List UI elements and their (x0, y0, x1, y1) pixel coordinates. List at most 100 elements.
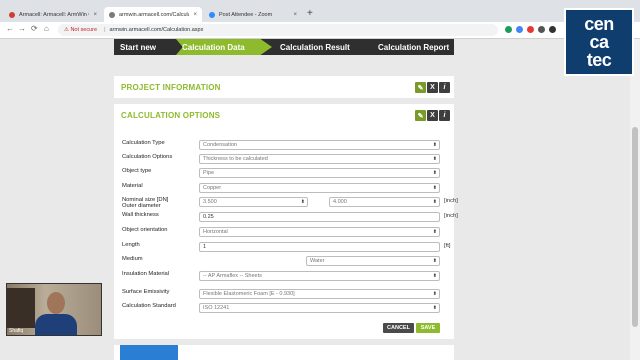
cencatec-logo: cen ca tec (564, 8, 634, 76)
surface-emissivity-select[interactable]: Flexible Elastomeric Foam [E - 0.930] ⬍ (199, 289, 440, 299)
length-value: 1 (203, 244, 207, 250)
length-row: Length 1 [ft] (122, 242, 452, 252)
zoom-favicon-icon (209, 11, 215, 18)
scrollbar-thumb[interactable] (632, 127, 638, 327)
address-bar: ← → ⟳ ⌂ ⚠ Not secure | armwin.armacell.c… (0, 22, 640, 39)
project-information-card: PROJECT INFORMATION ✎ X i (114, 76, 454, 98)
select-arrows-icon: ⬍ (432, 142, 437, 148)
select-arrows-icon: ⬍ (432, 273, 437, 279)
wall-thickness-label: Wall thickness (122, 212, 159, 218)
object-orientation-value: Horizontal (203, 229, 228, 235)
cancel-button[interactable]: CANCEL (383, 323, 414, 333)
outer-diameter-select[interactable]: 4.000 ⬍ (329, 197, 440, 207)
material-select[interactable]: Copper ⬍ (199, 183, 440, 193)
calculation-type-select[interactable]: Condensation ⬍ (199, 140, 440, 150)
medium-row: Medium Water ⬍ (122, 256, 452, 266)
insulation-material-row: Insulation Material -- AP Armaflex -- Sh… (122, 271, 452, 281)
presenter-head (47, 292, 65, 314)
step-calculation-report[interactable]: Calculation Report (372, 39, 454, 55)
browser-tab-strip: Armacell: Armacell: ArmWin Calc × armwin… (0, 0, 640, 22)
wizard-steps: Start new Calculation Data Calculation R… (114, 39, 454, 55)
wall-thickness-row: Wall thickness 0.25 [inch] (122, 212, 458, 222)
calculation-options-select[interactable]: Thickness to be calculated ⬍ (199, 154, 440, 164)
page-scrollbar[interactable] (630, 39, 640, 360)
object-type-select[interactable]: Pipe ⬍ (199, 168, 440, 178)
nominal-size-select[interactable]: 3.500 ⬍ (199, 197, 308, 207)
select-arrows-icon: ⬍ (432, 291, 437, 297)
edit-pencil-icon[interactable]: ✎ (415, 82, 426, 93)
calculation-options-label: Calculation Options (122, 154, 173, 160)
step-calculation-data[interactable]: Calculation Data (176, 39, 272, 55)
browser-tab-armacell[interactable]: Armacell: Armacell: ArmWin Calc × (4, 7, 102, 22)
close-icon[interactable]: × (189, 12, 197, 18)
insulation-material-select[interactable]: -- AP Armaflex -- Sheets ⬍ (199, 271, 440, 281)
logo-line: cen (584, 14, 614, 34)
medium-select[interactable]: Water ⬍ (306, 256, 440, 266)
nominal-size-value: 3.500 (203, 199, 217, 205)
select-arrows-icon: ⬍ (432, 229, 437, 235)
info-icon[interactable]: i (439, 110, 450, 121)
not-secure-label[interactable]: ⚠ Not secure (64, 27, 97, 33)
object-orientation-select[interactable]: Horizontal ⬍ (199, 227, 440, 237)
calculation-type-row: Calculation Type Condensation ⬍ (122, 140, 452, 150)
select-arrows-icon: ⬍ (432, 185, 437, 191)
webcam-name-label: Shafiq (9, 328, 24, 334)
length-label: Length (122, 242, 140, 248)
forward-arrow-icon[interactable]: → (18, 24, 26, 33)
tab-title: Post Attendee - Zoom (219, 11, 273, 18)
browser-tab-calculation[interactable]: armwin.armacell.com/Calculation × (104, 7, 202, 22)
new-tab-button[interactable]: + (307, 8, 313, 19)
length-input[interactable]: 1 (199, 242, 440, 252)
medium-value: Water (310, 258, 325, 264)
home-icon[interactable]: ⌂ (44, 24, 49, 33)
surface-emissivity-value: Flexible Elastomeric Foam [E - 0.930] (203, 291, 295, 297)
reload-icon[interactable]: ⟳ (31, 24, 38, 33)
extension-icon[interactable] (549, 26, 556, 33)
webcam-shelf (7, 288, 35, 328)
delete-x-icon[interactable]: X (427, 110, 438, 121)
select-arrows-icon: ⬍ (432, 199, 437, 205)
select-arrows-icon: ⬍ (432, 258, 437, 264)
step-calculation-result[interactable]: Calculation Result (274, 39, 370, 55)
object-orientation-row: Object orientation Horizontal ⬍ (122, 227, 452, 237)
project-information-title[interactable]: PROJECT INFORMATION (114, 76, 454, 98)
nominal-size-row: Nominal size [DN] Outer diameter 3.500 ⬍… (122, 197, 458, 211)
wall-thickness-input[interactable]: 0.25 (199, 212, 440, 222)
calculation-options-value: Thickness to be calculated (203, 156, 268, 162)
logo-line: ca (589, 32, 609, 52)
calculation-options-title[interactable]: CALCULATION OPTIONS (114, 104, 454, 126)
delete-x-icon[interactable]: X (427, 82, 438, 93)
section-header-tab[interactable] (120, 345, 178, 360)
close-icon[interactable]: × (289, 12, 297, 18)
close-icon[interactable]: × (89, 12, 97, 18)
browser-tab-zoom[interactable]: Post Attendee - Zoom × (204, 7, 302, 22)
back-arrow-icon[interactable]: ← (6, 24, 14, 33)
wall-thickness-unit: [inch] (444, 213, 458, 219)
extension-icon[interactable] (516, 26, 523, 33)
presenter-body (35, 314, 77, 335)
extension-icon[interactable] (527, 26, 534, 33)
material-row: Material Copper ⬍ (122, 183, 452, 193)
material-value: Copper (203, 185, 222, 191)
extension-icon[interactable] (538, 26, 545, 33)
outer-diameter-label: Outer diameter (122, 203, 161, 209)
info-icon[interactable]: i (439, 82, 450, 93)
url-separator: | (104, 27, 106, 33)
calculation-standard-select[interactable]: ISO 12241 ⬍ (199, 303, 440, 313)
edit-pencil-icon[interactable]: ✎ (415, 110, 426, 121)
calculation-standard-row: Calculation Standard ISO 12241 ⬍ (122, 303, 452, 313)
insulation-material-value: -- AP Armaflex -- Sheets (203, 273, 262, 279)
object-type-label: Object type (122, 168, 152, 174)
select-arrows-icon: ⬍ (432, 156, 437, 162)
outer-diameter-value: 4.000 (333, 199, 347, 205)
outer-diameter-unit: [inch] (444, 198, 458, 204)
tab-title: Armacell: Armacell: ArmWin Calc (19, 11, 89, 18)
step-start-new[interactable]: Start new (114, 39, 174, 55)
options-header-buttons: ✎ X i (415, 110, 450, 121)
save-button[interactable]: SAVE (416, 323, 440, 333)
extension-icon[interactable] (505, 26, 512, 33)
url-field[interactable]: ⚠ Not secure | armwin.armacell.com/Calcu… (58, 24, 498, 36)
armacell-favicon-icon (9, 11, 15, 18)
object-orientation-label: Object orientation (122, 227, 168, 233)
calculation-standard-label: Calculation Standard (122, 303, 176, 309)
